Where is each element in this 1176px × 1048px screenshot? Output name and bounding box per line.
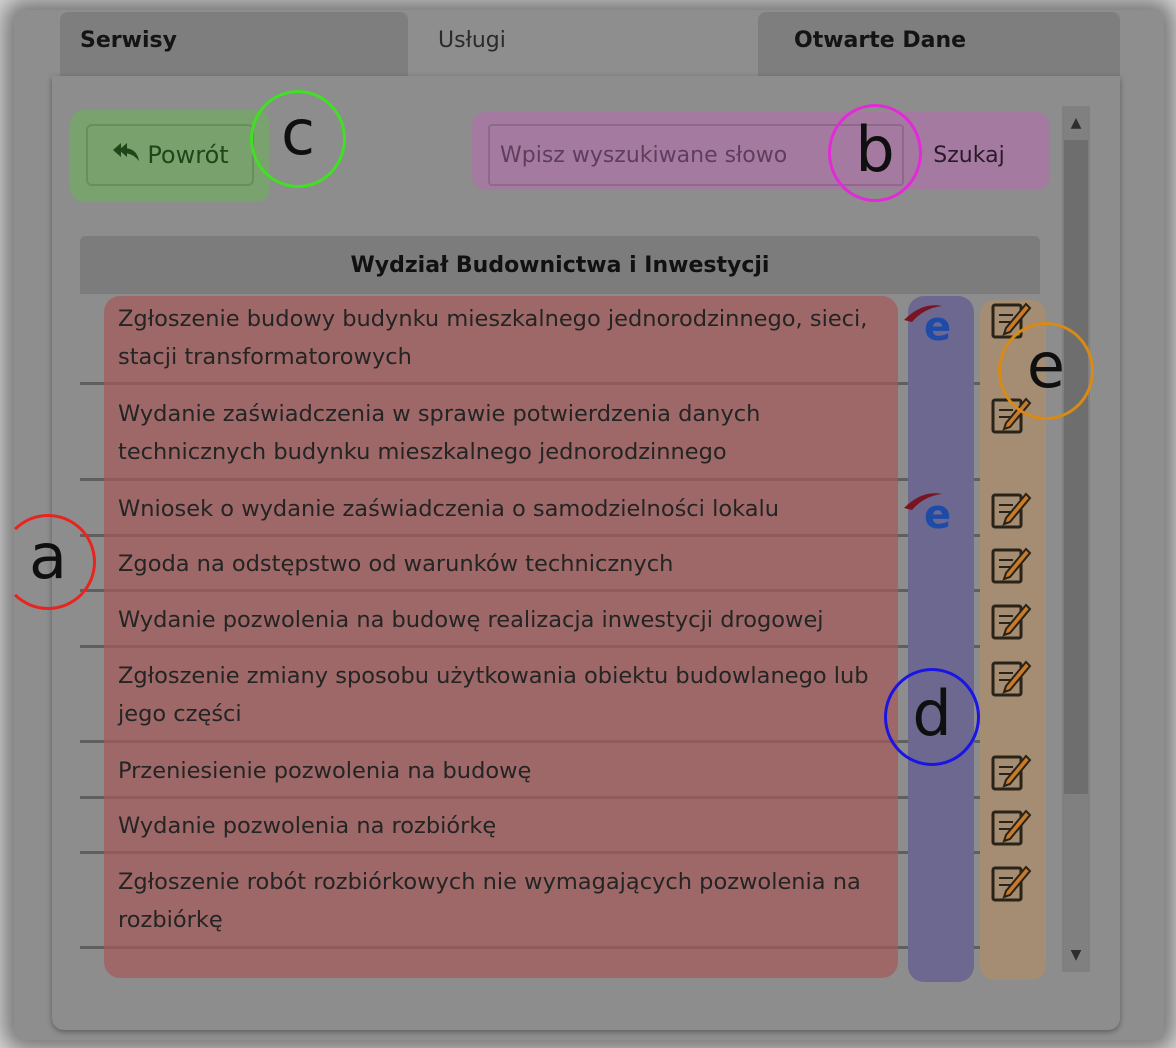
search-button[interactable]: Szukaj — [904, 124, 1034, 186]
edit-document-icon[interactable] — [990, 488, 1032, 530]
tab-otwarte-dane[interactable]: Otwarte Dane — [758, 12, 1120, 76]
service-name[interactable]: Zgłoszenie zmiany sposobu użytkowania ob… — [118, 657, 908, 733]
annotation-marker-a-label: a — [29, 520, 67, 593]
annotation-marker-b-label: b — [855, 113, 895, 186]
edit-document-icon[interactable] — [990, 599, 1032, 641]
edit-document-icon[interactable] — [990, 543, 1032, 585]
annotation-marker-c-label: c — [280, 96, 316, 169]
service-name[interactable]: Wydanie pozwolenia na budowę realizacja … — [118, 601, 908, 639]
service-name[interactable]: Wydanie pozwolenia na rozbiórkę — [118, 807, 908, 845]
scrollbar-thumb[interactable] — [1064, 140, 1088, 794]
edit-document-icon[interactable] — [990, 805, 1032, 847]
epuap-e-icon[interactable]: e — [904, 488, 964, 538]
annotation-marker-d-label: d — [912, 677, 952, 750]
tab-otwarte-dane-label: Otwarte Dane — [794, 28, 967, 53]
annotation-marker-b: b — [828, 104, 922, 202]
annotation-marker-a: a — [0, 514, 96, 610]
service-name[interactable]: Wniosek o wydanie zaświadczenia o samodz… — [118, 490, 908, 528]
tab-serwisy-label: Serwisy — [80, 28, 177, 53]
department-header: Wydział Budownictwa i Inwestycji — [80, 236, 1040, 294]
tab-serwisy[interactable]: Serwisy — [60, 12, 408, 76]
service-name[interactable]: Zgłoszenie robót rozbiórkowych nie wymag… — [118, 863, 908, 939]
edit-document-icon[interactable] — [990, 656, 1032, 698]
tab-uslugi-label: Usługi — [438, 28, 506, 53]
edit-document-icon[interactable] — [990, 861, 1032, 903]
back-button-label: Powrót — [147, 141, 229, 169]
scroll-down-icon[interactable]: ▼ — [1062, 940, 1090, 970]
epuap-e-icon[interactable]: e — [904, 300, 964, 350]
epuap-zone — [908, 296, 974, 982]
svg-text:e: e — [924, 304, 951, 346]
service-name[interactable]: Zgłoszenie budowy budynku mieszkalnego j… — [118, 300, 908, 376]
annotation-marker-c: c — [250, 90, 346, 188]
annotation-marker-d: d — [884, 668, 980, 766]
service-name[interactable]: Zgoda na odstępstwo od warunków technicz… — [118, 545, 908, 583]
tab-uslugi[interactable]: Usługi — [408, 12, 758, 76]
annotation-marker-e-label: e — [1026, 329, 1066, 402]
department-title: Wydział Budownictwa i Inwestycji — [350, 252, 770, 278]
reply-all-icon — [111, 141, 141, 169]
back-button[interactable]: Powrót — [86, 124, 254, 186]
service-name[interactable]: Przeniesienie pozwolenia na budowę — [118, 752, 908, 790]
edit-document-icon[interactable] — [990, 750, 1032, 792]
annotation-marker-e: e — [998, 322, 1094, 420]
svg-text:e: e — [924, 492, 951, 534]
service-name[interactable]: Wydanie zaświadczenia w sprawie potwierd… — [118, 395, 908, 471]
scroll-up-icon[interactable]: ▲ — [1062, 108, 1090, 138]
